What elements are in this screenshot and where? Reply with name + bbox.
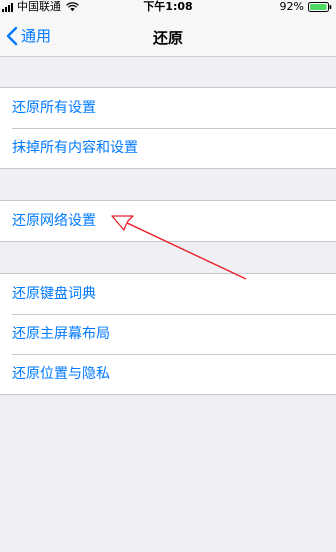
reset-group-2: 还原网络设置: [0, 200, 336, 242]
reset-keyboard-dictionary[interactable]: 还原键盘词典: [0, 274, 336, 314]
page-title: 还原: [152, 29, 183, 47]
battery-icon: [308, 2, 332, 12]
status-right: 92%: [280, 0, 332, 14]
reset-network-settings[interactable]: 还原网络设置: [0, 201, 336, 241]
reset-home-screen-layout[interactable]: 还原主屏幕布局: [0, 314, 336, 354]
reset-group-1: 还原所有设置 抹掉所有内容和设置: [0, 87, 336, 169]
reset-all-settings[interactable]: 还原所有设置: [0, 88, 336, 128]
reset-group-3: 还原键盘词典 还原主屏幕布局 还原位置与隐私: [0, 273, 336, 395]
navigation-bar: 通用 还原: [0, 16, 336, 57]
erase-all-content-and-settings[interactable]: 抹掉所有内容和设置: [0, 128, 336, 168]
reset-location-and-privacy[interactable]: 还原位置与隐私: [0, 354, 336, 394]
status-bar: 中国联通 下午1:08 92%: [0, 0, 336, 16]
battery-percent: 92%: [279, 0, 304, 13]
